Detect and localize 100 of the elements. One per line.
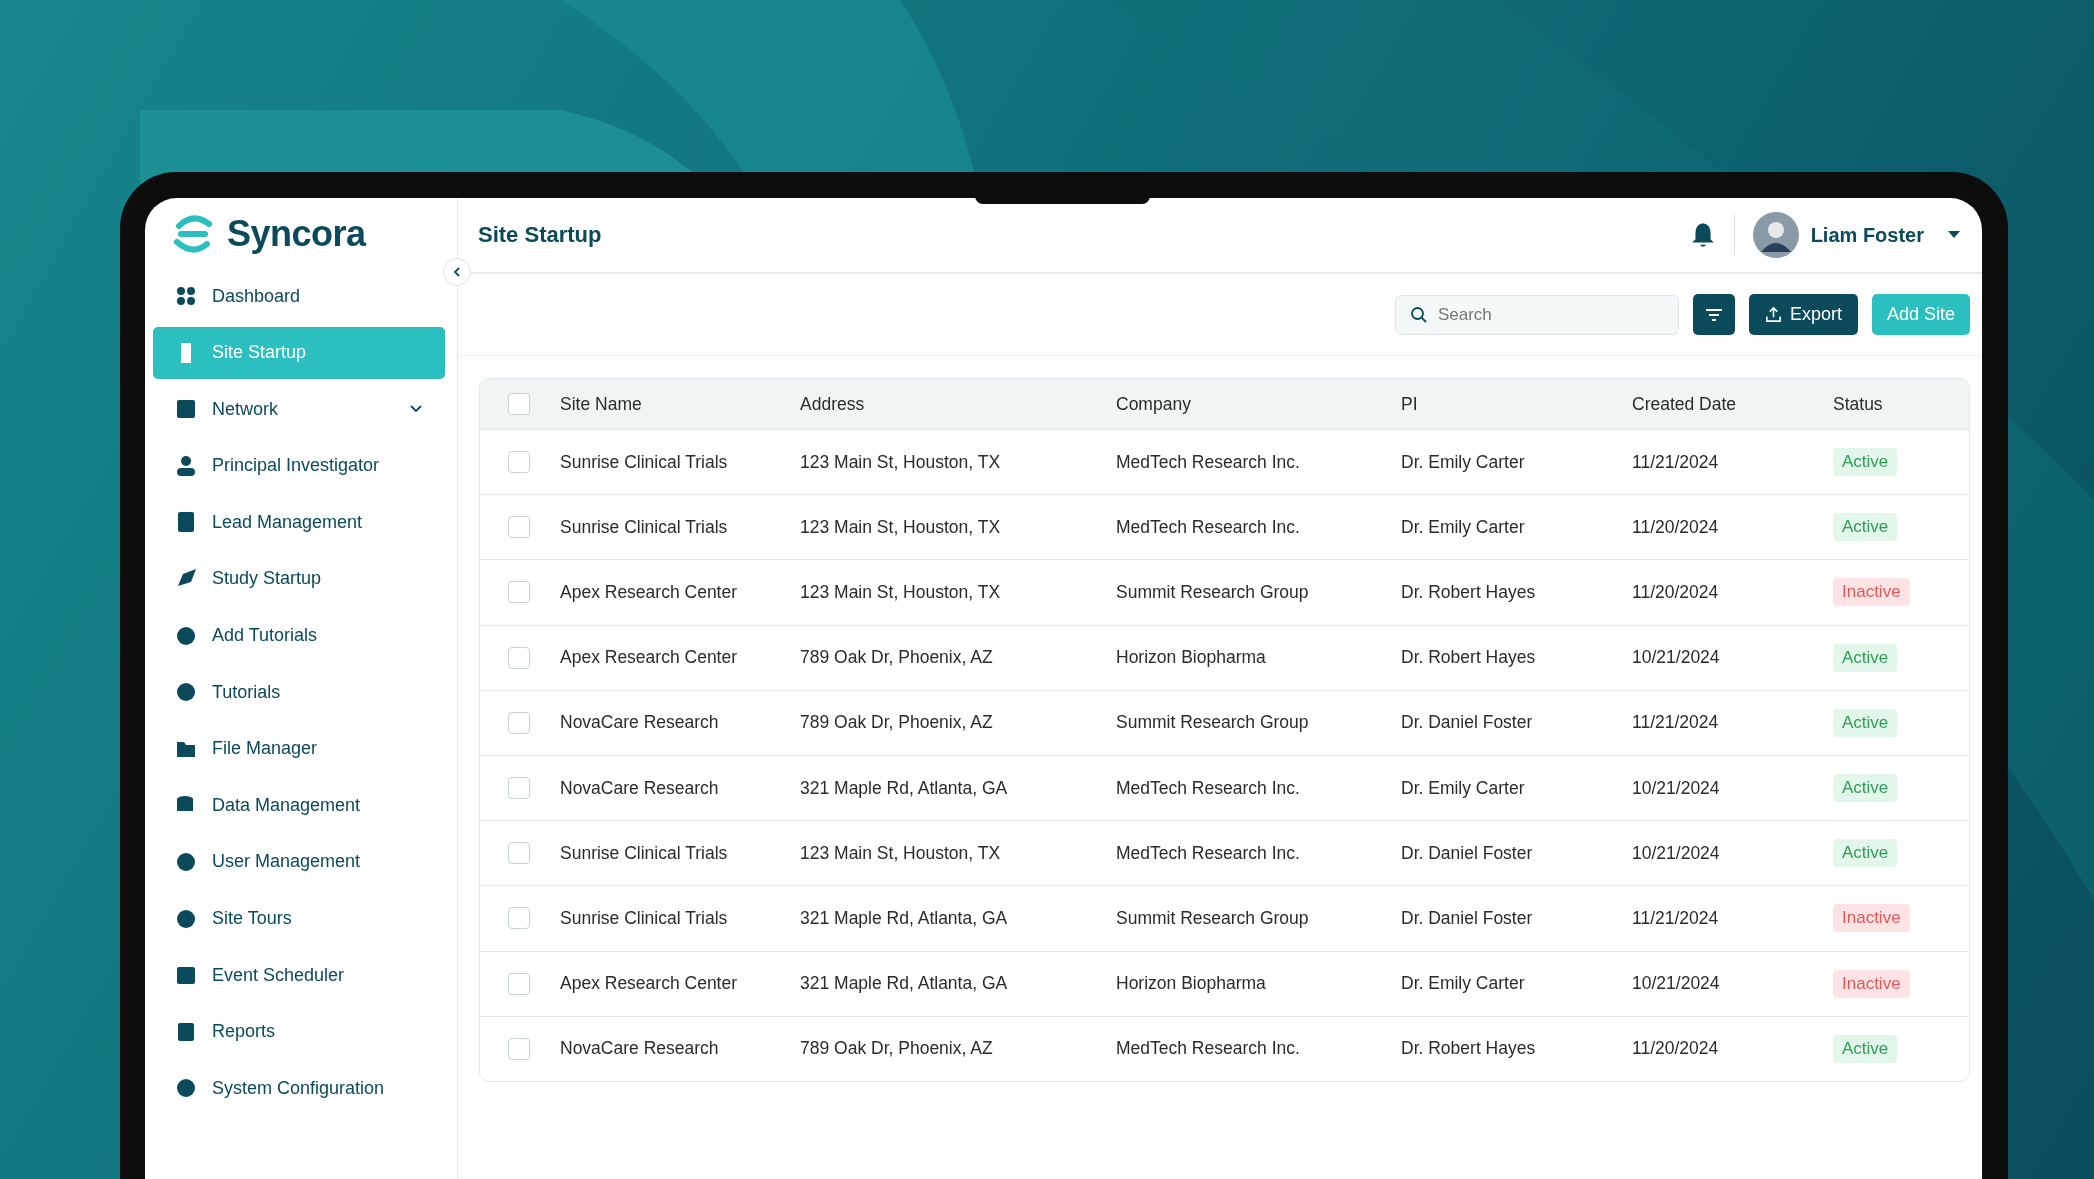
- column-header: Site Name: [560, 393, 643, 415]
- sidebar-item[interactable]: System Configuration: [153, 1062, 445, 1115]
- status-badge: Active: [1833, 839, 1898, 868]
- table-cell-text: NovaCare Research: [560, 777, 720, 799]
- table-cell-text: 321 Maple Rd, Atlanta, GA: [800, 907, 1009, 929]
- checkbox[interactable]: [508, 711, 530, 734]
- column-header: Status: [1833, 393, 1884, 415]
- sidebar-item[interactable]: Principal Investigator: [153, 439, 445, 492]
- status-badge: Inactive: [1833, 578, 1910, 607]
- upload-icon: [1764, 306, 1782, 323]
- status-badge: Active: [1833, 1034, 1898, 1063]
- table-cell-text: 11/21/2024: [1632, 907, 1720, 929]
- table-cell-text: Dr. Emily Carter: [1401, 516, 1526, 538]
- table-cell-text: 123 Main St, Houston, TX: [800, 516, 1002, 538]
- table-cell-text: Apex Research Center: [560, 647, 739, 669]
- bell-icon[interactable]: [1689, 221, 1716, 249]
- table-cell-text: Dr. Emily Carter: [1401, 777, 1526, 799]
- status-badge: Inactive: [1833, 904, 1910, 933]
- table-cell-text: Sunrise Clinical Trials: [560, 451, 729, 473]
- sidebar-item[interactable]: Reports: [153, 1005, 445, 1058]
- table-cell-text: 123 Main St, Houston, TX: [800, 581, 1002, 603]
- table-cell-text: Sunrise Clinical Trials: [560, 842, 729, 864]
- table-cell-text: NovaCare Research: [560, 1038, 720, 1060]
- checkbox[interactable]: [508, 393, 530, 415]
- checkbox[interactable]: [508, 777, 530, 800]
- table-cell-text: 789 Oak Dr, Phoenix, AZ: [800, 647, 994, 669]
- sidebar-item[interactable]: Dashboard: [153, 270, 445, 322]
- table-cell-text: Dr. Daniel Foster: [1401, 842, 1534, 864]
- table-cell-text: Summit Research Group: [1116, 907, 1310, 929]
- status-badge: Inactive: [1833, 969, 1910, 998]
- column-header: Created Date: [1632, 393, 1738, 415]
- checkbox[interactable]: [508, 581, 530, 604]
- status-badge: Active: [1833, 448, 1898, 477]
- table-cell-text: 321 Maple Rd, Atlanta, GA: [800, 777, 1009, 799]
- table-cell-text: Summit Research Group: [1116, 581, 1310, 603]
- table-cell-text: 11/20/2024: [1632, 516, 1720, 538]
- table-cell-text: 11/21/2024: [1632, 451, 1720, 473]
- table-cell-text: 123 Main St, Houston, TX: [800, 451, 1002, 473]
- sidebar-item[interactable]: File Manager: [153, 722, 445, 775]
- table-cell-text: Apex Research Center: [560, 581, 739, 603]
- table-cell-text: 11/20/2024: [1632, 581, 1720, 603]
- sidebar-item[interactable]: Study Startup: [153, 552, 445, 605]
- sidebar-item[interactable]: Lead Management: [153, 496, 445, 549]
- table-cell-text: 10/21/2024: [1632, 647, 1721, 669]
- table-cell-text: Horizon Biopharma: [1116, 647, 1267, 669]
- brand-name: Syncora: [227, 213, 366, 255]
- filter-button[interactable]: [1692, 294, 1735, 335]
- status-badge: Active: [1833, 774, 1898, 803]
- search-field[interactable]: Search: [1394, 294, 1679, 335]
- sidebar-item[interactable]: Tutorials: [153, 666, 445, 719]
- sidebar-item[interactable]: User Management: [153, 835, 445, 888]
- sidebar-item[interactable]: Add Tutorials: [153, 609, 445, 662]
- checkbox[interactable]: [508, 1037, 530, 1060]
- checkbox[interactable]: [508, 842, 530, 865]
- table-cell-text: Dr. Daniel Foster: [1401, 907, 1534, 929]
- table-cell-text: Sunrise Clinical Trials: [560, 516, 729, 538]
- user-name[interactable]: Liam Foster: [1810, 223, 1924, 247]
- table-cell-text: 10/21/2024: [1632, 842, 1721, 864]
- table-cell-text: MedTech Research Inc.: [1116, 842, 1301, 864]
- sidebar-item[interactable]: Data Management: [153, 779, 445, 832]
- table-cell-text: 789 Oak Dr, Phoenix, AZ: [800, 712, 994, 734]
- table-cell-text: Dr. Robert Hayes: [1401, 647, 1537, 669]
- table-cell-text: Dr. Daniel Foster: [1401, 712, 1534, 734]
- status-badge: Active: [1833, 513, 1898, 542]
- status-badge: Active: [1833, 708, 1898, 737]
- table-cell-text: Dr. Emily Carter: [1401, 973, 1526, 995]
- column-header: PI: [1401, 393, 1419, 415]
- table-cell-text: Apex Research Center: [560, 973, 739, 995]
- table-cell-text: MedTech Research Inc.: [1116, 516, 1301, 538]
- sidebar-item[interactable]: Site Tours: [153, 892, 445, 945]
- export-button[interactable]: Export: [1748, 294, 1858, 335]
- table-cell-text: MedTech Research Inc.: [1116, 451, 1301, 473]
- table-cell-text: Dr. Robert Hayes: [1401, 581, 1537, 603]
- table-cell-text: 10/21/2024: [1632, 777, 1721, 799]
- chevron-left-icon: [451, 266, 463, 278]
- table-cell-text: 123 Main St, Houston, TX: [800, 842, 1002, 864]
- page-title: Site Startup: [478, 222, 602, 248]
- grid-icon: [175, 285, 197, 307]
- sidebar-item[interactable]: Network: [153, 383, 445, 436]
- filter-icon: [1703, 306, 1724, 323]
- avatar-icon[interactable]: [1752, 212, 1799, 258]
- collapse-button[interactable]: [443, 258, 471, 286]
- table-cell-text: MedTech Research Inc.: [1116, 777, 1301, 799]
- caret-icon[interactable]: [1948, 231, 1960, 239]
- table-cell-text: Dr. Emily Carter: [1401, 451, 1526, 473]
- table-cell-text: NovaCare Research: [560, 712, 720, 734]
- checkbox[interactable]: [508, 972, 530, 995]
- checkbox[interactable]: [508, 907, 530, 930]
- sidebar-item[interactable]: Event Scheduler: [153, 949, 445, 1002]
- checkbox[interactable]: [508, 646, 530, 669]
- table-cell-text: 11/20/2024: [1632, 1038, 1720, 1060]
- table-cell-text: Summit Research Group: [1116, 712, 1310, 734]
- table-cell-text: Dr. Robert Hayes: [1401, 1038, 1537, 1060]
- table-cell-text: 11/21/2024: [1632, 712, 1720, 734]
- checkbox[interactable]: [508, 451, 530, 474]
- table-cell-text: MedTech Research Inc.: [1116, 1038, 1301, 1060]
- table-cell-text: 789 Oak Dr, Phoenix, AZ: [800, 1038, 994, 1060]
- search-icon: [1409, 305, 1428, 324]
- column-header: Company: [1116, 393, 1192, 415]
- checkbox[interactable]: [508, 516, 530, 539]
